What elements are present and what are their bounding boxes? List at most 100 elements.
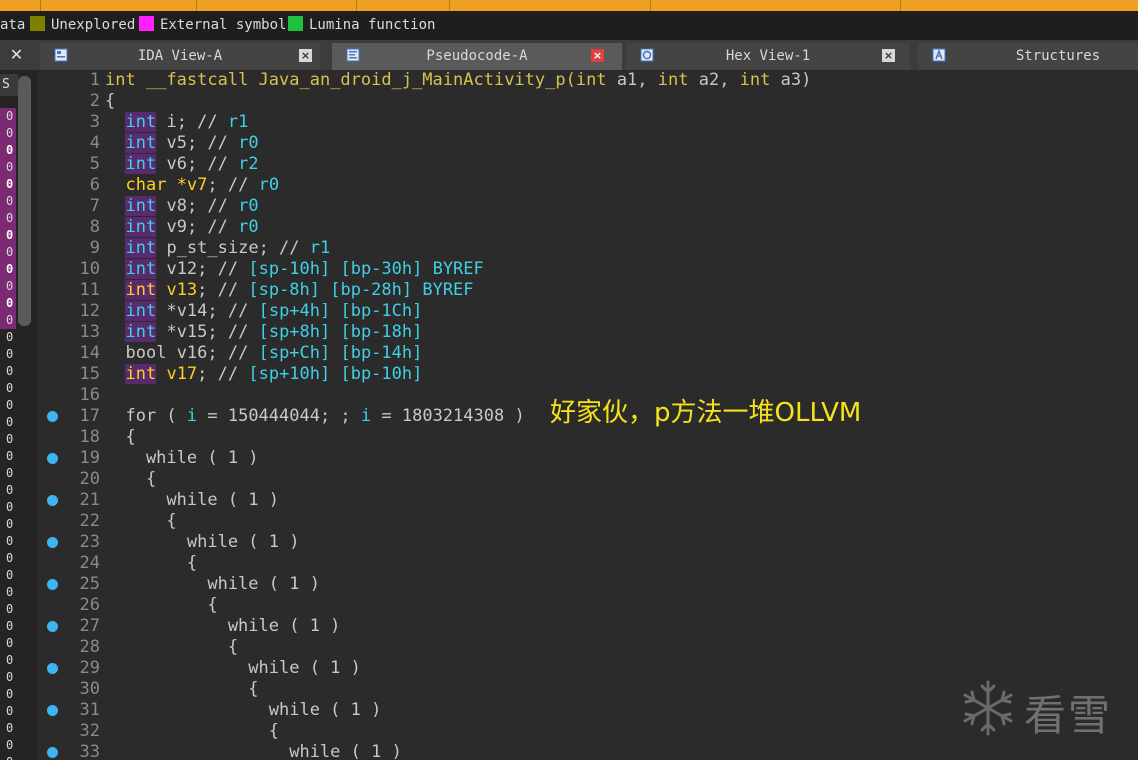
- segment-value: 0: [6, 754, 13, 760]
- code-line[interactable]: 33 while ( 1 ): [38, 742, 1138, 760]
- breakpoint-dot-icon[interactable]: [47, 579, 58, 590]
- breakpoint-dot-icon[interactable]: [47, 537, 58, 548]
- code-line[interactable]: 15 int v17; // [sp+10h] [bp-10h]: [38, 364, 1138, 385]
- segment-value: 0: [6, 670, 14, 684]
- tab-ida-view-a[interactable]: IDA View-A ×: [40, 43, 320, 70]
- code-line[interactable]: 12 int *v14; // [sp+4h] [bp-1Ch]: [38, 301, 1138, 322]
- code-text: bool v16; // [sp+Ch] [bp-14h]: [125, 343, 423, 363]
- code-line[interactable]: 14 bool v16; // [sp+Ch] [bp-14h]: [38, 343, 1138, 364]
- line-number: 5: [89, 154, 100, 174]
- code-text: while ( 1 ): [105, 616, 341, 636]
- code-text: int v12; // [sp-10h] [bp-30h] BYREF: [125, 259, 484, 279]
- code-line[interactable]: 1 int __fastcall Java_an_droid_j_MainActi…: [38, 70, 1138, 91]
- code-line[interactable]: 26 {: [38, 595, 1138, 616]
- code-line[interactable]: 22 {: [38, 511, 1138, 532]
- line-number: 25: [79, 574, 100, 594]
- breakpoint-dot-icon[interactable]: [47, 747, 58, 758]
- code-text: int v13; // [sp-8h] [bp-28h] BYREF: [125, 280, 474, 300]
- close-icon[interactable]: ×: [591, 49, 604, 62]
- breakpoint-dot-icon[interactable]: [47, 495, 58, 506]
- segment-value: 0: [6, 534, 14, 548]
- segment-value: 0: [6, 126, 14, 140]
- code-line[interactable]: 13 int *v15; // [sp+8h] [bp-18h]: [38, 322, 1138, 343]
- segment-value: 0: [6, 517, 14, 531]
- segment-value: 0: [6, 738, 14, 752]
- segment-value: 0: [6, 381, 14, 395]
- code-line[interactable]: 6 char *v7; // r0: [38, 175, 1138, 196]
- code-line[interactable]: 4 int v5; // r0: [38, 133, 1138, 154]
- code-line[interactable]: 9 int p_st_size; // r1: [38, 238, 1138, 259]
- tab-hex-view-1[interactable]: Hex View-1 ×: [626, 43, 910, 70]
- breakpoint-dot-icon[interactable]: [47, 453, 58, 464]
- navigation-band[interactable]: [0, 0, 1138, 11]
- segment-value: 0: [6, 568, 14, 582]
- segment-value: 0: [6, 296, 14, 310]
- code-text: {: [105, 91, 116, 111]
- segment-value: 0: [6, 619, 14, 633]
- code-text: while ( 1 ): [105, 742, 402, 760]
- segment-value: 0: [6, 636, 14, 650]
- breakpoint-dot-icon[interactable]: [47, 663, 58, 674]
- breakpoint-dot-icon[interactable]: [47, 411, 58, 422]
- tab-structures[interactable]: Structures: [918, 43, 1138, 70]
- code-line[interactable]: 24 {: [38, 553, 1138, 574]
- segment-value: 0: [6, 687, 14, 701]
- code-line[interactable]: 19 while ( 1 ): [38, 448, 1138, 469]
- code-line[interactable]: 29 while ( 1 ): [38, 658, 1138, 679]
- code-text: {: [105, 553, 198, 573]
- code-text: {: [105, 427, 136, 447]
- segment-value: 0: [6, 177, 14, 191]
- code-text: while ( 1 ): [105, 448, 259, 468]
- code-line[interactable]: 21 while ( 1 ): [38, 490, 1138, 511]
- segment-value: 0: [6, 330, 14, 344]
- code-line[interactable]: 7 int v8; // r0: [38, 196, 1138, 217]
- legend-label: External symbol: [160, 17, 287, 33]
- line-number: 32: [79, 721, 100, 741]
- code-line[interactable]: 28 {: [38, 637, 1138, 658]
- scrollbar[interactable]: [18, 76, 31, 326]
- line-number: 30: [79, 679, 100, 699]
- code-text: {: [105, 595, 218, 615]
- line-number: 13: [79, 322, 100, 342]
- code-line[interactable]: 20 {: [38, 469, 1138, 490]
- annotation-text: 好家伙，p方法一堆OLLVM: [550, 398, 862, 428]
- tab-label: Structures: [1015, 48, 1101, 64]
- line-number: 8: [89, 217, 100, 237]
- breakpoint-dot-icon[interactable]: [47, 621, 58, 632]
- close-icon[interactable]: ×: [299, 49, 312, 62]
- code-line[interactable]: 25 while ( 1 ): [38, 574, 1138, 595]
- segment-value: 0: [6, 653, 14, 667]
- code-line[interactable]: 3 int i; // r1: [38, 112, 1138, 133]
- code-line[interactable]: 10 int v12; // [sp-10h] [bp-30h] BYREF: [38, 259, 1138, 280]
- breakpoint-dot-icon[interactable]: [47, 705, 58, 716]
- tab-bar: IDA View-A × Pseudocode-A × Hex View-1 ×…: [0, 40, 1138, 70]
- close-icon[interactable]: ×: [882, 49, 895, 62]
- close-panel-button[interactable]: ✕: [0, 43, 33, 67]
- line-number: 3: [89, 112, 100, 132]
- line-number: 28: [79, 637, 100, 657]
- segment-value: 0: [6, 585, 14, 599]
- segment-value: 0: [6, 449, 14, 463]
- legend-bar: ata Unexplored External symbol Lumina fu…: [0, 11, 1138, 40]
- segment-value: 0: [6, 551, 14, 565]
- legend-item-unexplored: Unexplored: [30, 11, 135, 40]
- code-text: {: [105, 469, 157, 489]
- code-line[interactable]: 27 while ( 1 ): [38, 616, 1138, 637]
- code-line[interactable]: 18 {: [38, 427, 1138, 448]
- code-text: while ( 1 ): [105, 574, 320, 594]
- code-text: {: [105, 637, 239, 657]
- code-line[interactable]: 2{: [38, 91, 1138, 112]
- code-text: {: [105, 721, 279, 741]
- line-number: 18: [79, 427, 100, 447]
- tab-pseudocode-a[interactable]: Pseudocode-A ×: [332, 43, 622, 70]
- code-text: {: [105, 679, 259, 699]
- segment-value: 0: [6, 279, 14, 293]
- legend-label: Lumina function: [309, 17, 436, 33]
- code-line[interactable]: 8 int v9; // r0: [38, 217, 1138, 238]
- snowflake-icon: [963, 680, 1013, 736]
- code-line[interactable]: 5 int v6; // r2: [38, 154, 1138, 175]
- segment-list-panel[interactable]: S 0 0 0 0 0 0 0 0 0 0 0 0 0 0 0 0 0 0 0 0 0 0 0 0 0 0 0 0 0 0 0 0 0 0 0 0 0 0…: [0, 70, 38, 760]
- legend-item-external-symbol: External symbol: [139, 11, 286, 40]
- code-line[interactable]: 11 int v13; // [sp-8h] [bp-28h] BYREF: [38, 280, 1138, 301]
- code-line[interactable]: 23 while ( 1 ): [38, 532, 1138, 553]
